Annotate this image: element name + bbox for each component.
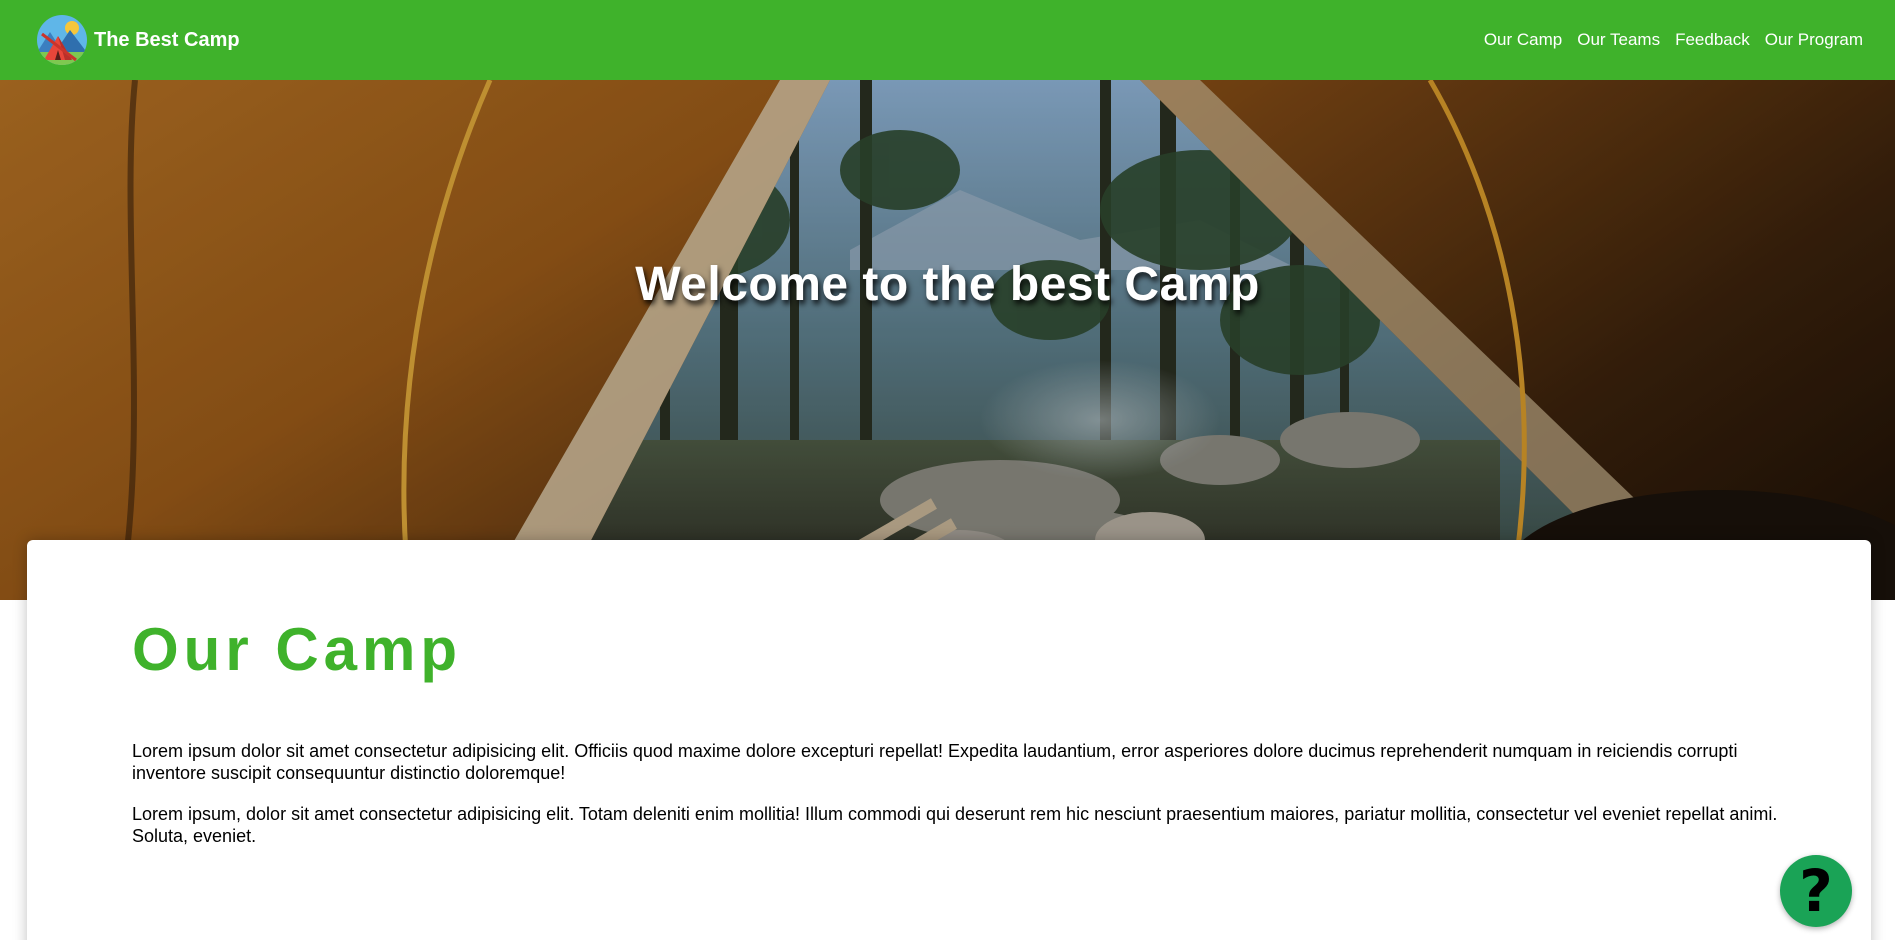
section-paragraph: Lorem ipsum, dolor sit amet consectetur … — [132, 804, 1778, 846]
brand-link[interactable]: The Best Camp — [36, 14, 240, 66]
help-button[interactable]: ? — [1780, 855, 1852, 927]
brand-name: The Best Camp — [94, 28, 240, 51]
nav-link-feedback[interactable]: Feedback — [1675, 30, 1750, 50]
camp-tent-logo-icon — [37, 15, 87, 65]
navbar: The Best Camp Our Camp Our Teams Feedbac… — [0, 0, 1895, 80]
main-nav: Our Camp Our Teams Feedback Our Program — [1469, 0, 1863, 80]
content-card: Our Camp Lorem ipsum dolor sit amet cons… — [27, 540, 1871, 940]
page: The Best Camp Our Camp Our Teams Feedbac… — [0, 0, 1895, 940]
hero-banner: Welcome to the best Camp — [0, 80, 1895, 600]
section-title: Our Camp — [132, 616, 463, 683]
nav-link-our-program[interactable]: Our Program — [1765, 30, 1863, 50]
question-mark-icon: ? — [1799, 857, 1833, 925]
section-paragraph: Lorem ipsum dolor sit amet consectetur a… — [132, 741, 1738, 783]
hero-title: Welcome to the best Camp — [635, 258, 1260, 312]
nav-link-our-teams[interactable]: Our Teams — [1577, 30, 1660, 50]
hero-image-tent-forest — [0, 80, 1895, 600]
nav-link-our-camp[interactable]: Our Camp — [1484, 30, 1562, 50]
